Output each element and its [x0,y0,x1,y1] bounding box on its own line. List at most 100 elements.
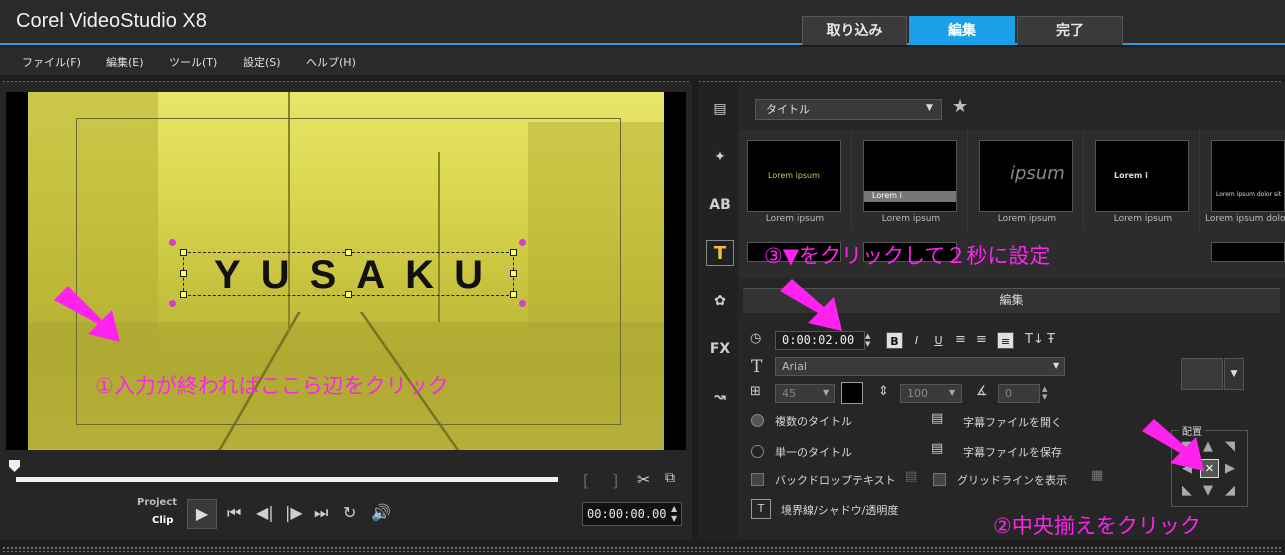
library-sidebar: ▤ ✦ AB T ✿ FX ↝ [698,82,738,540]
mark-in-button[interactable]: [ [583,471,589,490]
font-select[interactable]: Arial [775,357,1065,376]
align-bottom-left-icon[interactable]: ◣ [1182,483,1192,498]
text-vertical-icon[interactable]: Ŧ [1047,332,1055,347]
align-bottom-icon[interactable]: ▼ [1203,483,1213,498]
bold-button[interactable]: B [886,332,903,349]
preset-swatch[interactable] [1181,358,1223,390]
add-favorite-icon[interactable]: ★ [952,96,968,117]
scissors-icon[interactable]: ✂ [637,470,650,489]
align-right-icon[interactable]: ≡ [997,332,1014,349]
gridlines-checkbox[interactable] [933,473,946,486]
title-icon[interactable]: T [706,240,734,266]
menu-settings[interactable]: 設定(S) [243,54,281,70]
duration-spinner-icon[interactable]: ▲ ▼ [865,332,870,348]
path-icon[interactable]: ↝ [706,384,734,410]
chevron-down-icon[interactable]: ▼ [949,388,955,397]
thumbnail-preview: Lorem ipsum [747,140,841,212]
radio-single-title[interactable] [751,445,764,458]
resize-handle[interactable] [510,270,517,277]
instant-project-icon[interactable]: ✦ [706,144,734,170]
chevron-down-icon[interactable]: ▼ [823,388,829,397]
backdrop-checkbox[interactable] [751,473,764,486]
align-right-icon[interactable]: ▶ [1225,461,1235,476]
rotate-handle[interactable] [169,300,176,307]
font-icon: T [751,357,763,377]
next-frame-icon[interactable]: |▶ [285,503,303,522]
align-top-right-icon[interactable]: ◥ [1225,439,1235,454]
resize-handle[interactable] [180,270,187,277]
previous-frame-icon[interactable]: ◀| [256,503,274,522]
chevron-down-icon[interactable]: ▼ [926,103,933,113]
clip-mode-label[interactable]: Clip [152,515,173,526]
angle-field[interactable]: 0 [998,384,1040,403]
title-thumbnail[interactable]: Lorem ipsum dolor sit Lorem ipsum dolo [1202,130,1285,230]
scrubber-handle[interactable] [9,460,20,472]
preview-window[interactable]: YUSAKU ①入力が終わればここら辺をクリック [6,92,686,450]
tab-capture[interactable]: 取り込み [802,16,907,45]
chevron-down-icon[interactable]: ▼ [1224,358,1244,390]
resize-handle[interactable] [180,291,187,298]
save-subtitle-icon[interactable]: ▤ [931,441,943,456]
title-thumbnail[interactable] [1211,242,1285,262]
home-icon[interactable]: ⏮ [227,503,241,523]
save-subtitle-label[interactable]: 字幕ファイルを保存 [963,444,1062,460]
menu-edit[interactable]: 編集(E) [106,54,144,70]
thumbnail-text: Lorem i [1114,171,1148,180]
font-color-swatch[interactable] [841,382,863,404]
align-left-icon[interactable]: ≡ [955,332,966,347]
panel-grip-bottom[interactable] [2,546,1283,552]
title-text-box[interactable]: YUSAKU [183,252,514,297]
thumbnail-preview: Lorem i [1095,140,1189,212]
border-shadow-icon[interactable]: T [751,499,771,519]
title-thumbnail[interactable]: ipsum Lorem ipsum [970,130,1084,230]
rotate-handle[interactable] [519,239,526,246]
mark-out-button[interactable]: ] [612,471,618,490]
timecode-spinner-icon[interactable]: ▲ ▼ [671,504,677,524]
resize-handle[interactable] [345,249,352,256]
underline-button[interactable]: U [930,332,947,349]
volume-icon[interactable]: 🔊 [371,503,391,522]
open-subtitle-icon[interactable]: ▤ [931,411,943,426]
project-mode-label[interactable]: Project [137,497,177,508]
tab-share[interactable]: 完了 [1017,16,1123,45]
title-thumbnail[interactable]: Lorem ipsum Lorem ipsum [738,130,852,230]
menu-file[interactable]: ファイル(F) [22,54,81,70]
scrubber-track[interactable] [16,477,558,482]
open-subtitle-label[interactable]: 字幕ファイルを開く [963,414,1062,430]
media-icon[interactable]: ▤ [706,96,734,122]
grid-settings-icon[interactable]: ▦ [1091,468,1103,483]
enlarge-icon[interactable]: ⧉ [665,470,675,486]
graphic-icon[interactable]: ✿ [706,288,734,314]
rotate-handle[interactable] [169,239,176,246]
title-thumbnail[interactable]: Lorem i Lorem ipsum [854,130,968,230]
align-center-icon[interactable]: ≡ [976,332,987,347]
text-direction-icon[interactable]: T↓ [1025,332,1044,347]
rotate-handle[interactable] [519,300,526,307]
filter-icon[interactable]: FX [706,336,734,362]
angle-spinner-icon[interactable]: ▲ ▼ [1042,385,1047,401]
resize-handle[interactable] [345,291,352,298]
italic-button[interactable]: I [908,332,925,349]
title-thumbnail[interactable]: Lorem i Lorem ipsum [1086,130,1200,230]
repeat-icon[interactable]: ↻ [343,503,356,522]
tab-edit[interactable]: 編集 [909,16,1015,45]
font-size-icon: ⊞ [750,384,761,399]
align-bottom-right-icon[interactable]: ◢ [1225,483,1235,498]
resize-handle[interactable] [510,291,517,298]
resize-handle[interactable] [510,249,517,256]
backdrop-settings-icon[interactable]: ▤ [905,469,917,484]
menu-tools[interactable]: ツール(T) [169,54,217,70]
timecode-field[interactable]: 00:00:00.00 [582,502,682,526]
play-button[interactable]: ▶ [187,499,217,529]
line-spacing-icon: ⇕ [878,384,889,399]
menu-help[interactable]: ヘルプ(H) [306,54,356,70]
chevron-down-icon[interactable]: ▼ [1053,361,1059,370]
transition-icon[interactable]: AB [706,192,734,218]
radio-multiple-titles[interactable] [751,414,764,427]
end-icon[interactable]: ⏭ [314,503,328,523]
border-shadow-label[interactable]: 境界線/シャドウ/透明度 [781,502,898,518]
resize-handle[interactable] [180,249,187,256]
annotation-arrow-icon [54,286,120,342]
library-category-select[interactable]: タイトル [755,99,942,120]
radio-multiple-titles-label: 複数のタイトル [775,415,852,428]
